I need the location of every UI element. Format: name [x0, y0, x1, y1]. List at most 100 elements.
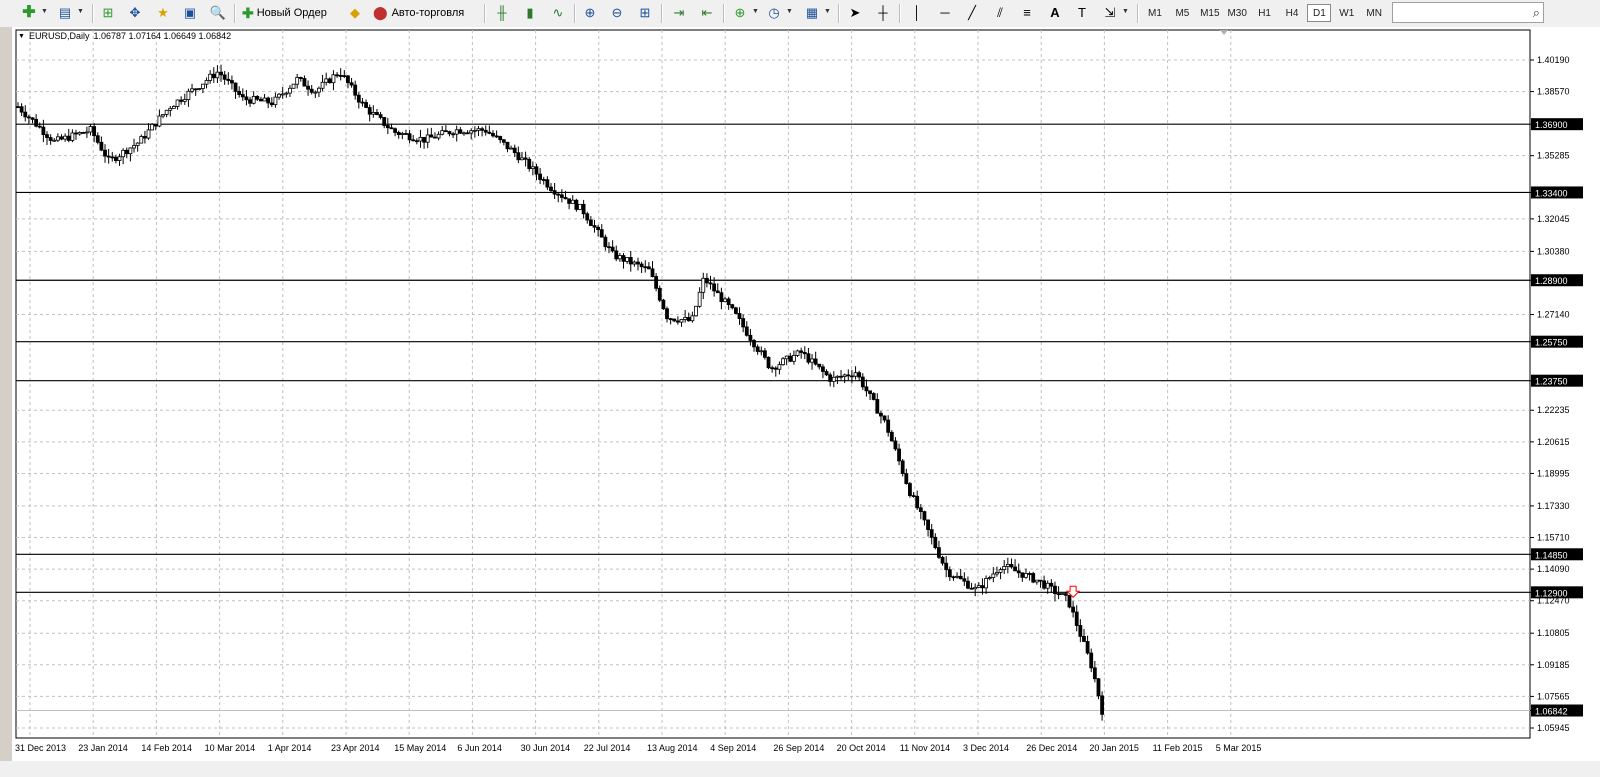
chevron-down-icon[interactable]: ▼ [824, 8, 831, 15]
metaeditor-icon[interactable]: ◆ [346, 4, 364, 22]
market-watch-icon[interactable]: ⊞ [99, 4, 117, 22]
candle-body [182, 99, 187, 102]
candlestick-icon[interactable]: ▮ [521, 4, 539, 22]
chevron-down-icon[interactable]: ▼ [41, 8, 48, 15]
candle-body [683, 317, 688, 320]
timeframe-m1-button[interactable]: M1 [1143, 4, 1167, 22]
horizontal-line-icon[interactable]: ─ [936, 4, 954, 22]
candle-body [335, 74, 339, 77]
chart-shift-icon[interactable]: ⇤ [698, 4, 716, 22]
channel-icon[interactable]: ⫽ [991, 4, 1009, 22]
timeframe-w1-button[interactable]: W1 [1335, 4, 1359, 22]
navigator-icon[interactable]: ✥ [126, 4, 144, 22]
candle-body [697, 291, 702, 307]
candle-body [599, 229, 604, 238]
candle-body [704, 277, 709, 284]
zoom-out-icon[interactable]: ⊖ [608, 4, 626, 22]
candle-body [356, 94, 361, 103]
date-tick-label: 11 Feb 2015 [1153, 743, 1203, 753]
timeframe-m5-button[interactable]: M5 [1170, 4, 1194, 22]
timeframe-h4-button[interactable]: H4 [1280, 4, 1304, 22]
timeframe-m15-button[interactable]: M15 [1198, 4, 1222, 22]
candle-body [117, 156, 122, 161]
candle-body [153, 123, 158, 127]
candle-body [857, 372, 862, 378]
candle-body [1085, 641, 1090, 654]
candle-body [603, 236, 608, 248]
timeframe-mn-button[interactable]: MN [1362, 4, 1386, 22]
candle-body [759, 350, 764, 353]
date-tick-label: 11 Nov 2014 [900, 743, 950, 753]
search-input[interactable]: ⌕ [1392, 2, 1544, 23]
candle-body [273, 96, 278, 106]
candle-body [1031, 573, 1036, 583]
symbol-header: ▼ EURUSD,Daily 1.06787 1.07164 1.06649 1… [18, 31, 231, 41]
search-icon[interactable]: ⌕ [1533, 5, 1540, 21]
templates-icon[interactable]: ▦ [803, 4, 821, 22]
chevron-down-icon[interactable]: ▼ [752, 8, 759, 15]
candle-body [541, 179, 546, 181]
candle-body [730, 304, 735, 309]
candle-body [831, 376, 836, 382]
favorites-icon[interactable]: ★ [154, 4, 172, 22]
periods-icon[interactable]: ◷ [765, 4, 783, 22]
candle-body [92, 126, 97, 137]
candle-body [121, 149, 126, 158]
candle-body [955, 575, 959, 578]
price-chart[interactable]: 31 Dec 2013 23 Jan 2014 14 Feb 2014 10 Mar … [12, 27, 1600, 761]
chart-window[interactable]: 31 Dec 2013 23 Jan 2014 14 Feb 2014 10 Mar … [12, 27, 1600, 761]
candle-body [494, 135, 499, 138]
new-chart-icon[interactable]: ✚ [20, 4, 38, 22]
auto-scroll-icon[interactable]: ⇥ [670, 4, 688, 22]
candle-body [617, 255, 622, 260]
candle-body [882, 415, 887, 421]
trendline-icon[interactable]: ╱ [963, 4, 981, 22]
candle-body [317, 87, 321, 93]
candle-body [850, 375, 854, 378]
candle-body [201, 83, 205, 89]
profiles-icon[interactable]: ▤ [56, 4, 74, 22]
arrows-icon[interactable]: ⇲ [1101, 4, 1119, 22]
candle-body [433, 136, 437, 139]
candle-body [545, 179, 550, 188]
timeframe-h1-button[interactable]: H1 [1253, 4, 1277, 22]
timeframe-m30-button[interactable]: M30 [1225, 4, 1249, 22]
cursor-icon[interactable]: ➤ [846, 4, 864, 22]
fibonacci-icon[interactable]: ≡ [1018, 4, 1036, 22]
timeframe-d1-button[interactable]: D1 [1307, 4, 1332, 22]
chevron-down-icon[interactable]: ▼ [1122, 8, 1129, 15]
candle-body [284, 92, 289, 95]
strategy-tester-icon[interactable]: 🔍 [209, 4, 227, 22]
chevron-down-icon[interactable]: ▼ [77, 8, 84, 15]
indicators-icon[interactable]: ⊕ [731, 4, 749, 22]
price-tick-label: 1.07565 [1537, 691, 1570, 701]
toolbar-separator [899, 4, 901, 23]
plot-area[interactable] [15, 29, 1531, 739]
candle-body [81, 132, 86, 134]
new-order-button[interactable]: ✚ Новый Ордер [242, 3, 327, 23]
vertical-line-icon[interactable]: │ [908, 4, 926, 22]
zoom-in-icon[interactable]: ⊕ [581, 4, 599, 22]
candle-body [1071, 606, 1075, 613]
candle-body [563, 197, 568, 200]
chart-menu-arrow-icon[interactable]: ▼ [18, 33, 25, 40]
candle-body [744, 326, 749, 336]
toolbar-separator [574, 4, 576, 23]
candle-body [1092, 667, 1097, 680]
bar-chart-icon[interactable]: ╫ [493, 4, 511, 22]
price-level-tag-label: 1.06842 [1535, 707, 1568, 717]
candle-body [679, 319, 684, 323]
candle-body [712, 283, 717, 292]
candle-body [172, 106, 176, 109]
candle-body [708, 282, 713, 285]
terminal-icon[interactable]: ▣ [181, 4, 199, 22]
chevron-down-icon[interactable]: ▼ [786, 8, 793, 15]
autotrade-button[interactable]: ⬤ Авто-торговля [373, 3, 464, 23]
candle-body [262, 97, 267, 102]
crosshair-icon[interactable]: ┼ [874, 4, 892, 22]
candle-body [55, 136, 60, 141]
text-icon[interactable]: A [1046, 4, 1064, 22]
tile-windows-icon[interactable]: ⊞ [636, 4, 654, 22]
text-label-icon[interactable]: T [1073, 4, 1091, 22]
line-chart-icon[interactable]: ∿ [549, 4, 567, 22]
